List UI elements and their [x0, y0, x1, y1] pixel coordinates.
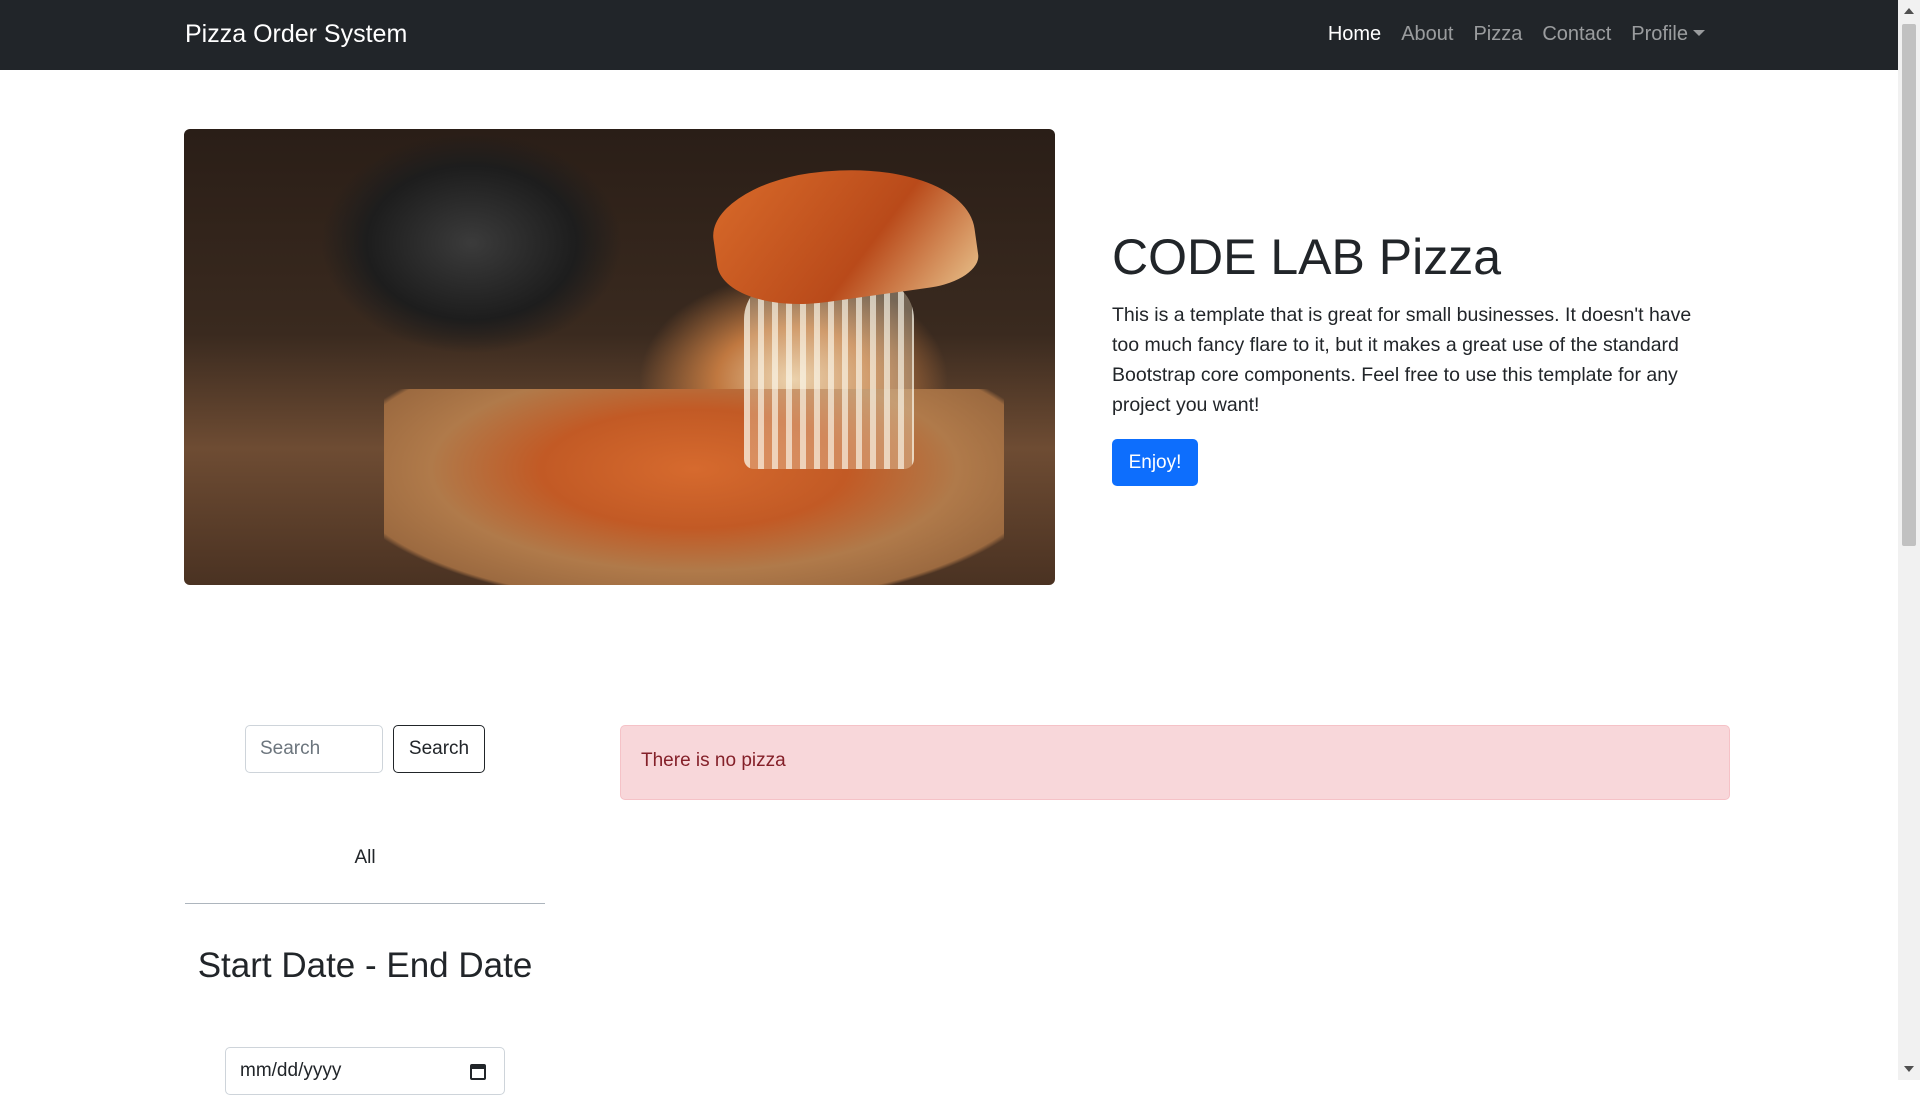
search-button[interactable]: Search: [393, 725, 485, 773]
enjoy-button[interactable]: Enjoy!: [1112, 439, 1198, 486]
alert-message: There is no pizza: [641, 750, 786, 771]
no-pizza-alert: There is no pizza: [620, 725, 1730, 800]
cheese-pull-graphic: [744, 279, 914, 469]
navbar: Pizza Order System Home About Pizza Cont…: [0, 0, 1898, 70]
nav-menu: Home About Pizza Contact Profile: [1328, 23, 1705, 46]
nav-item-contact[interactable]: Contact: [1542, 23, 1611, 46]
nav-item-profile-label: Profile: [1631, 23, 1688, 45]
nav-item-about[interactable]: About: [1401, 23, 1453, 46]
calendar-icon[interactable]: [470, 1064, 486, 1080]
pizza-slice-graphic: [706, 151, 982, 317]
nav-item-home[interactable]: Home: [1328, 23, 1381, 46]
hero-description: This is a template that is great for sma…: [1112, 304, 1692, 416]
hero-pizza-image: [184, 129, 1055, 585]
scrollbar-thumb[interactable]: [1902, 24, 1916, 546]
search-input[interactable]: [245, 725, 383, 773]
nav-item-profile[interactable]: Profile: [1631, 23, 1705, 46]
sidebar-divider: [185, 903, 545, 904]
filter-all-link[interactable]: All: [185, 847, 545, 869]
page-scrollbar[interactable]: [1898, 0, 1920, 1080]
date-range-heading: Start Date - End Date: [197, 946, 533, 985]
brand-link[interactable]: Pizza Order System: [185, 20, 407, 49]
chevron-down-icon: [1693, 30, 1705, 36]
nav-item-pizza[interactable]: Pizza: [1473, 23, 1522, 46]
date-input-placeholder: mm/dd/yyyy: [240, 1060, 342, 1081]
hero-title: CODE LAB Pizza: [1112, 229, 1502, 285]
scroll-up-arrow-icon[interactable]: [1904, 8, 1914, 14]
start-date-input[interactable]: mm/dd/yyyy: [225, 1047, 505, 1095]
scroll-down-arrow-icon[interactable]: [1904, 1066, 1914, 1072]
